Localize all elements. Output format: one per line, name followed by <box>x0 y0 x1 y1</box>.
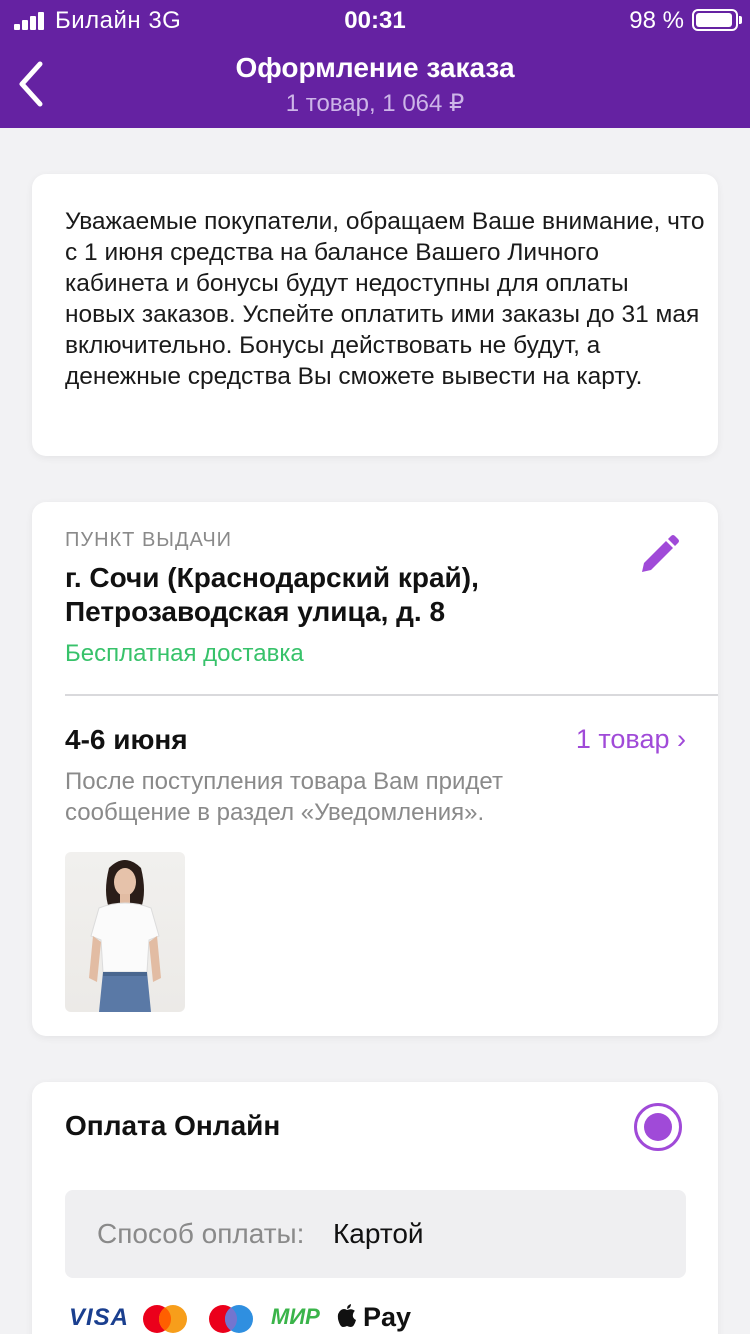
items-link[interactable]: 1 товар › <box>576 724 686 755</box>
product-image <box>89 860 161 1012</box>
battery-icon <box>692 9 742 31</box>
pencil-icon <box>642 535 679 572</box>
payment-method-value: Картой <box>333 1218 424 1249</box>
edit-address-button[interactable] <box>636 532 682 578</box>
delivery-date: 4-6 июня <box>65 724 188 755</box>
payment-method-label: Способ оплаты: <box>97 1218 305 1249</box>
battery-percent: 98 % <box>629 7 684 34</box>
payment-radio[interactable] <box>634 1103 682 1151</box>
payment-logos: VISA МИР Pay <box>65 1298 485 1334</box>
mir-logo: МИР <box>271 1304 320 1329</box>
pickup-card: ПУНКТ ВЫДАЧИ г. Сочи (Краснодарский край… <box>32 502 718 1036</box>
payment-title: Оплата Онлайн <box>65 1110 281 1141</box>
notice-text: Уважаемые покупатели, обращаем Ваше вним… <box>65 208 705 390</box>
pickup-address: г. Сочи (Краснодарский край), Петрозавод… <box>65 562 479 627</box>
payment-method-select[interactable]: Способ оплаты: Картой <box>65 1190 686 1278</box>
maestro-logo <box>209 1305 253 1333</box>
notice-card: Уважаемые покупатели, обращаем Ваше вним… <box>32 174 718 456</box>
delivery-hint: После поступления товара Вам придет сооб… <box>65 768 503 826</box>
status-bar: Билайн 3G 00:31 98 % <box>0 0 750 40</box>
product-thumbnail[interactable] <box>65 852 185 1012</box>
apple-icon <box>337 1304 356 1327</box>
mastercard-logo <box>143 1305 187 1333</box>
page-title: Оформление заказа <box>235 52 515 83</box>
header: Билайн 3G 00:31 98 % Оформление заказа 1… <box>0 0 750 128</box>
payment-card: Оплата Онлайн Способ оплаты: Картой VISA… <box>32 1082 718 1334</box>
delivery-note: Бесплатная доставка <box>65 640 304 667</box>
visa-logo: VISA <box>69 1304 130 1331</box>
divider <box>65 694 718 696</box>
apple-pay-logo: Pay <box>363 1302 412 1332</box>
order-summary: 1 товар, 1 064 ₽ <box>285 90 465 117</box>
pickup-label: ПУНКТ ВЫДАЧИ <box>65 529 233 551</box>
